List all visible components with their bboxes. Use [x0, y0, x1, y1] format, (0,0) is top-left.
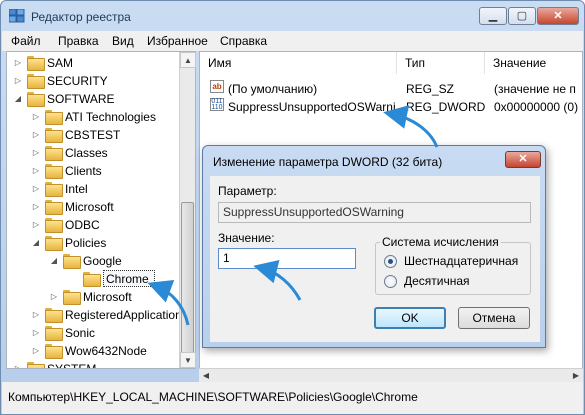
folder-icon [27, 92, 45, 107]
folder-icon [45, 344, 63, 359]
radio-decimal[interactable] [384, 275, 397, 288]
expand-icon[interactable]: ▷ [31, 324, 41, 342]
value-label: Значение: [218, 231, 275, 245]
folder-icon [63, 290, 81, 305]
dialog-title: Изменение параметра DWORD (32 бита) [213, 155, 443, 169]
registry-editor-icon [9, 9, 25, 23]
tree-item-software[interactable]: ◢ SOFTWARE [7, 90, 185, 108]
registry-tree[interactable]: ▷ SAM ▷ SECURITY ◢ SOFTWARE ▷ ATI Techno… [6, 51, 196, 369]
tree-item-microsoft[interactable]: ▷ Microsoft [7, 198, 185, 216]
dialog-close-button[interactable]: ✕ [505, 151, 541, 168]
expand-icon[interactable]: ▷ [13, 72, 23, 90]
cancel-button[interactable]: Отмена [458, 307, 530, 329]
value-row-suppress[interactable]: 011 110 SuppressUnsupportedOSWarni... REG… [200, 98, 582, 116]
folder-icon [45, 164, 63, 179]
edit-dword-dialog: Изменение параметра DWORD (32 бита) ✕ Па… [202, 145, 546, 348]
expand-icon[interactable]: ▷ [49, 288, 59, 306]
tree-item-odbc[interactable]: ▷ ODBC [7, 216, 185, 234]
tree-item-wow6432node[interactable]: ▷ Wow6432Node [7, 342, 185, 360]
folder-icon [45, 218, 63, 233]
tree-item-intel[interactable]: ▷ Intel [7, 180, 185, 198]
column-header-name[interactable]: Имя [200, 52, 397, 74]
value-data-input[interactable]: 1 [218, 248, 356, 269]
folder-icon [45, 128, 63, 143]
folder-open-icon [83, 272, 101, 287]
expand-icon[interactable]: ▷ [31, 198, 41, 216]
radio-hexadecimal[interactable] [384, 255, 397, 268]
expand-icon[interactable]: ▷ [31, 162, 41, 180]
ok-button[interactable]: OK [374, 307, 446, 329]
value-row-default[interactable]: ab (По умолчанию) REG_SZ (значение не п [200, 80, 582, 98]
expand-icon[interactable]: ▷ [31, 216, 41, 234]
scroll-left-arrow-icon[interactable]: ◀ [199, 369, 213, 383]
tree-item-google[interactable]: ◢ Google [7, 252, 185, 270]
expand-icon[interactable]: ▷ [31, 180, 41, 198]
menu-help[interactable]: Справка [220, 34, 267, 48]
base-group-title: Система исчисления [380, 235, 501, 249]
tree-item-policies[interactable]: ◢ Policies [7, 234, 185, 252]
folder-icon [27, 56, 45, 71]
expand-icon[interactable]: ▷ [31, 342, 41, 360]
tree-item-registeredapplications[interactable]: ▷ RegisteredApplication [7, 306, 185, 324]
radio-decimal-label[interactable]: Десятичная [404, 274, 470, 288]
expand-icon[interactable]: ▷ [31, 108, 41, 126]
folder-icon [45, 110, 63, 125]
expand-icon[interactable]: ▷ [13, 360, 23, 368]
folder-icon [45, 182, 63, 197]
folder-icon [45, 326, 63, 341]
collapse-icon[interactable]: ◢ [13, 90, 23, 108]
binary-value-icon: 011 110 [210, 98, 224, 111]
folder-icon [63, 254, 81, 269]
tree-item-clients[interactable]: ▷ Clients [7, 162, 185, 180]
folder-icon [27, 74, 45, 89]
window-title: Редактор реестра [31, 10, 131, 24]
tree-item-security[interactable]: ▷ SECURITY [7, 72, 185, 90]
tree-item-microsoft-policies[interactable]: ▷ Microsoft [7, 288, 185, 306]
param-label: Параметр: [218, 184, 277, 198]
scrollbar-thumb[interactable] [181, 202, 194, 367]
radio-hexadecimal-label[interactable]: Шестнадцатеричная [404, 254, 518, 268]
tree-item-classes[interactable]: ▷ Classes [7, 144, 185, 162]
menu-bar: Файл Правка Вид Избранное Справка [2, 31, 583, 51]
folder-icon [45, 236, 63, 251]
expand-icon[interactable]: ▷ [13, 54, 23, 72]
key-path: Компьютер\HKEY_LOCAL_MACHINE\SOFTWARE\Po… [8, 390, 418, 404]
menu-file[interactable]: Файл [11, 34, 41, 48]
folder-icon [45, 308, 63, 323]
column-header-data[interactable]: Значение [485, 52, 582, 74]
tree-item-ati-technologies[interactable]: ▷ ATI Technologies [7, 108, 185, 126]
tree-item-cbstest[interactable]: ▷ CBSTEST [7, 126, 185, 144]
expand-icon[interactable]: ▷ [31, 306, 41, 324]
minimize-button[interactable]: ▁ [479, 7, 507, 25]
menu-edit[interactable]: Правка [58, 34, 99, 48]
expand-icon[interactable]: ▷ [31, 126, 41, 144]
list-horizontal-scrollbar[interactable]: ◀ ▶ [199, 368, 583, 382]
title-bar: Редактор реестра ▁ ▢ ✕ [1, 1, 584, 31]
close-button[interactable]: ✕ [537, 7, 579, 25]
string-value-icon: ab [210, 80, 224, 93]
scroll-right-arrow-icon[interactable]: ▶ [569, 369, 583, 383]
folder-icon [27, 362, 45, 368]
folder-icon [45, 200, 63, 215]
dialog-body: Параметр: SuppressUnsupportedOSWarning З… [210, 176, 540, 342]
tree-item-chrome[interactable]: Chrome [7, 270, 185, 288]
expand-icon[interactable]: ▷ [31, 144, 41, 162]
folder-icon [45, 146, 63, 161]
param-name-field: SuppressUnsupportedOSWarning [218, 202, 531, 223]
tree-item-system[interactable]: ▷ SYSTEM [7, 360, 185, 368]
tree-item-sam[interactable]: ▷ SAM [7, 54, 185, 72]
collapse-icon[interactable]: ◢ [31, 234, 41, 252]
status-bar: Компьютер\HKEY_LOCAL_MACHINE\SOFTWARE\Po… [2, 382, 583, 414]
menu-view[interactable]: Вид [112, 34, 134, 48]
scroll-down-arrow-icon[interactable]: ▼ [180, 352, 196, 368]
scroll-up-arrow-icon[interactable]: ▲ [180, 52, 196, 68]
menu-favorites[interactable]: Избранное [147, 34, 208, 48]
maximize-button[interactable]: ▢ [508, 7, 536, 25]
tree-vertical-scrollbar[interactable]: ▲ ▼ [179, 52, 196, 368]
tree-item-sonic[interactable]: ▷ Sonic [7, 324, 185, 342]
collapse-icon[interactable]: ◢ [49, 252, 59, 270]
column-header-type[interactable]: Тип [397, 52, 485, 74]
